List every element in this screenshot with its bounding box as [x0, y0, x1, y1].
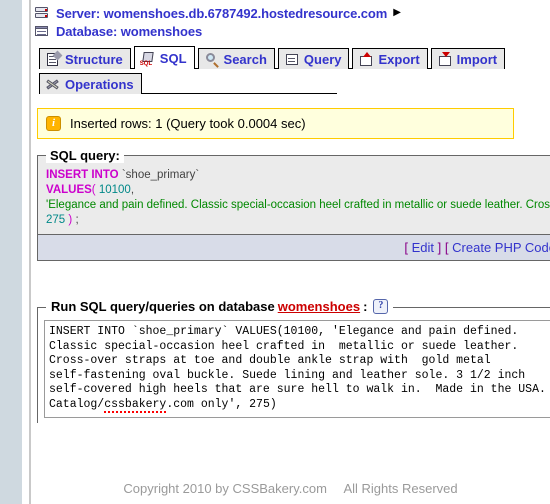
- textarea-line-1: INSERT INTO `shoe_primary` VALUES(10100,…: [49, 325, 519, 338]
- search-icon: [204, 52, 220, 68]
- sql-icon: SQL: [140, 51, 156, 67]
- tab-structure[interactable]: Structure: [39, 48, 131, 69]
- create-php-code-link[interactable]: Create PHP Code: [452, 240, 550, 255]
- sql-code-line-1: INSERT INTO `shoe_primary`: [46, 168, 548, 183]
- sql-code-line-2: VALUES( 10100,: [46, 183, 548, 198]
- database-icon: [34, 23, 50, 39]
- sql-paren-open: (: [91, 184, 96, 196]
- tab-search[interactable]: Search: [197, 48, 275, 69]
- server-breadcrumb[interactable]: Server: womenshoes.db.6787492.hostedreso…: [34, 0, 550, 21]
- edit-query-link[interactable]: Edit: [412, 240, 434, 255]
- server-expand-arrow-icon[interactable]: ▶: [393, 8, 401, 18]
- sql-number-price: 275: [46, 214, 66, 226]
- bracket-close-edit: ]: [437, 240, 442, 255]
- sql-query-legend: SQL query:: [46, 148, 124, 163]
- tab-operations[interactable]: Operations: [39, 73, 142, 94]
- run-query-panel: Run SQL query/queries on database womens…: [37, 299, 550, 423]
- tab-import[interactable]: Import: [430, 48, 506, 69]
- export-icon: [358, 51, 374, 67]
- tab-structure-label: Structure: [65, 51, 123, 67]
- run-query-legend-suffix: :: [363, 299, 368, 314]
- sql-paren-close: ): [68, 214, 73, 226]
- navigation-frame-edge: [0, 0, 22, 504]
- tab-export[interactable]: Export: [352, 48, 428, 69]
- sql-query-panel: SQL query: INSERT INTO `shoe_primary` VA…: [37, 148, 550, 261]
- server-icon: [34, 5, 50, 21]
- tab-sql-label: SQL: [159, 50, 187, 66]
- tab-row-secondary: Operations: [39, 70, 550, 94]
- sql-query-code: INSERT INTO `shoe_primary` VALUES( 10100…: [38, 156, 550, 234]
- tab-query-label: Query: [303, 51, 342, 67]
- footer-copyright: Copyright 2010 by CSSBakery.com: [123, 481, 327, 496]
- textarea-line-3: Cross-over straps at toe and double ankl…: [49, 354, 491, 368]
- sql-keyword-insert: INSERT INTO: [46, 169, 119, 181]
- tab-search-label: Search: [223, 51, 267, 67]
- tab-operations-label: Operations: [65, 76, 134, 92]
- textarea-line-6-suffix: .com only', 275): [166, 397, 277, 411]
- query-icon: [284, 52, 300, 67]
- operations-icon: [45, 77, 61, 92]
- tab-import-label: Import: [456, 51, 498, 67]
- page-footer: Copyright 2010 by CSSBakery.com All Righ…: [31, 481, 550, 496]
- info-icon: i: [46, 116, 61, 131]
- sql-identifier: `shoe_primary`: [121, 169, 200, 181]
- sql-code-line-4: 275 ) ;: [46, 213, 548, 228]
- sql-comma: ,: [130, 184, 135, 196]
- query-result-notice: i Inserted rows: 1 (Query took 0.0004 se…: [37, 108, 514, 139]
- bracket-open-php: [: [444, 240, 449, 255]
- sql-keyword-values: VALUES: [46, 184, 92, 196]
- footer-rights: All Rights Reserved: [343, 481, 458, 496]
- textarea-line-2: Classic special-occasion heel crafted in…: [49, 339, 519, 353]
- tab-row-primary: Structure SQL SQL Search Query Export Im…: [39, 45, 550, 69]
- textarea-line-6-prefix: Catalog/: [49, 397, 105, 411]
- run-query-legend: Run SQL query/queries on database womens…: [46, 299, 394, 314]
- tab-sql[interactable]: SQL SQL: [133, 46, 195, 69]
- tab-navigation: Structure SQL SQL Search Query Export Im…: [31, 45, 550, 94]
- textarea-line-4: self-fastening oval buckle. Suede lining…: [49, 368, 526, 382]
- database-breadcrumb[interactable]: Database: womenshoes: [34, 21, 550, 39]
- textarea-misspelled-word: cssbakery: [104, 397, 167, 413]
- sql-semicolon: ;: [75, 214, 79, 226]
- run-query-database-link[interactable]: womenshoes: [278, 299, 360, 314]
- sql-string-literal: 'Elegance and pain defined. Classic spec…: [46, 199, 550, 211]
- run-query-legend-prefix: Run SQL query/queries on database: [51, 299, 275, 314]
- textarea-line-5: self-covered high heels that are sure he…: [49, 383, 546, 397]
- sql-code-line-3: 'Elegance and pain defined. Classic spec…: [46, 198, 550, 213]
- main-content-frame: Server: womenshoes.db.6787492.hostedreso…: [31, 0, 550, 504]
- database-label: Database: womenshoes: [56, 23, 203, 39]
- sql-number-id: 10100: [98, 184, 131, 196]
- frame-gap: [22, 0, 29, 504]
- bracket-open-edit: [: [404, 240, 409, 255]
- tab-export-label: Export: [378, 51, 420, 67]
- sql-query-textarea[interactable]: INSERT INTO `shoe_primary` VALUES(10100,…: [44, 320, 550, 418]
- import-icon: [437, 51, 453, 67]
- help-icon[interactable]: ?: [373, 299, 389, 314]
- query-result-text: Inserted rows: 1 (Query took 0.0004 sec): [70, 116, 306, 131]
- structure-icon: [45, 50, 63, 67]
- sql-query-actions: [ Edit ] [ Create PHP Code: [38, 234, 550, 260]
- server-label: Server: womenshoes.db.6787492.hostedreso…: [56, 5, 388, 21]
- tab-query[interactable]: Query: [277, 48, 350, 69]
